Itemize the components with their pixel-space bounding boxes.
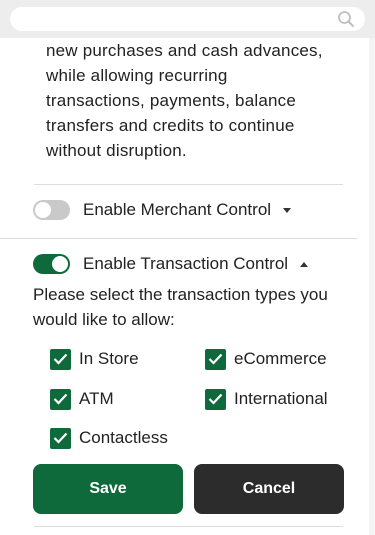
save-button[interactable]: Save xyxy=(33,464,183,514)
checkbox-atm[interactable]: ATM xyxy=(50,388,114,410)
checkmark-icon xyxy=(53,432,68,444)
checkmark-icon xyxy=(208,353,223,365)
checkbox[interactable] xyxy=(50,348,71,370)
merchant-control-toggle[interactable] xyxy=(33,200,70,220)
checkmark-icon xyxy=(208,393,223,405)
checkbox-ecommerce[interactable]: eCommerce xyxy=(205,348,327,370)
divider xyxy=(34,526,343,527)
prompt-line: would like to allow: xyxy=(33,310,175,329)
divider xyxy=(34,184,343,185)
description-text: new purchases and cash advances, while a… xyxy=(46,38,346,163)
checkbox-label: In Store xyxy=(79,349,139,368)
checkbox[interactable] xyxy=(205,348,226,370)
toggle-knob xyxy=(52,256,68,272)
checkbox-label: ATM xyxy=(79,389,114,408)
prompt-line: Please select the transaction types you xyxy=(33,285,328,304)
description-line: new purchases and cash advances, xyxy=(46,41,323,60)
description-line: transactions, payments, balance xyxy=(46,91,297,110)
divider xyxy=(0,238,357,239)
merchant-control-row[interactable]: Enable Merchant Control xyxy=(33,198,292,222)
checkbox[interactable] xyxy=(50,388,71,410)
checkbox-in-store[interactable]: In Store xyxy=(50,348,139,370)
search-icon[interactable] xyxy=(337,10,355,28)
transaction-types-prompt: Please select the transaction types you … xyxy=(33,282,353,332)
description-line: while allowing recurring xyxy=(46,66,228,85)
transaction-control-toggle[interactable] xyxy=(33,254,70,274)
scrollbar[interactable] xyxy=(369,38,375,535)
cancel-button[interactable]: Cancel xyxy=(194,464,344,514)
checkbox-contactless[interactable]: Contactless xyxy=(50,427,168,449)
checkbox[interactable] xyxy=(205,388,226,410)
checkbox-label: Contactless xyxy=(79,428,168,447)
search-input[interactable] xyxy=(10,7,365,31)
transaction-control-label: Enable Transaction Control xyxy=(83,254,289,273)
description-line: transfers and credits to continue xyxy=(46,116,295,135)
chevron-up-icon[interactable] xyxy=(300,261,309,267)
transaction-control-row[interactable]: Enable Transaction Control xyxy=(33,252,309,276)
checkmark-icon xyxy=(53,353,68,365)
checkmark-icon xyxy=(53,393,68,405)
checkbox-label: eCommerce xyxy=(234,349,327,368)
chevron-down-icon[interactable] xyxy=(283,207,292,213)
checkbox-label: International xyxy=(234,389,328,408)
checkbox[interactable] xyxy=(50,427,71,449)
merchant-control-label: Enable Merchant Control xyxy=(83,200,272,219)
checkbox-international[interactable]: International xyxy=(205,388,328,410)
toggle-knob xyxy=(35,202,51,218)
description-line: without disruption. xyxy=(46,141,187,160)
top-bar xyxy=(0,0,375,38)
